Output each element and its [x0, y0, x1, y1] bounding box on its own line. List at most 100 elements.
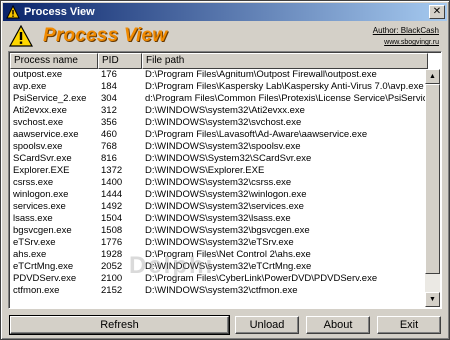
cell-file-path: D:\Program Files\CyberLink\PowerDVD\PDVD… — [145, 273, 378, 284]
scroll-thumb[interactable] — [425, 84, 440, 274]
table-row[interactable]: eTCrtMng.exe 2052 D:\WINDOWS\system32\eTCr… — [10, 261, 428, 273]
table-row[interactable]: Explorer.EXE 1372 D:\WINDOWS\Explorer.EXE — [10, 165, 428, 177]
table-row[interactable]: spoolsv.exe 768 D:\WINDOWS\system32\spools… — [10, 141, 428, 153]
cell-pid: 304 — [101, 93, 117, 104]
about-button[interactable]: About — [306, 316, 370, 334]
cell-process-name: aawservice.exe — [13, 129, 79, 140]
vertical-scrollbar[interactable]: ▲ ▼ — [425, 69, 440, 307]
cell-process-name: outpost.exe — [13, 69, 63, 80]
cell-process-name: ahs.exe — [13, 249, 47, 260]
cell-process-name: Explorer.EXE — [13, 165, 70, 176]
author-link[interactable]: Author: BlackCash — [373, 26, 439, 35]
table-header: Process name PID File path — [10, 53, 428, 69]
cell-process-name: Ati2evxx.exe — [13, 105, 67, 116]
app-window: Process View ✕ Process View Author: Blac… — [0, 0, 450, 340]
cell-process-name: bgsvcgen.exe — [13, 225, 72, 236]
cell-file-path: D:\WINDOWS\Explorer.EXE — [145, 165, 265, 176]
app-heading: Process View — [43, 25, 168, 46]
cell-file-path: D:\WINDOWS\system32\svchost.exe — [145, 117, 302, 128]
cell-file-path: D:\Program Files\Lavasoft\Ad-Aware\aawse… — [145, 129, 368, 140]
cell-pid: 1400 — [101, 177, 123, 188]
cell-process-name: SCardSvr.exe — [13, 153, 72, 164]
cell-pid: 460 — [101, 129, 117, 140]
site-link[interactable]: www.sbogvingr.ru — [384, 39, 439, 46]
column-header-process-name[interactable]: Process name — [10, 53, 98, 69]
refresh-button[interactable]: Refresh — [9, 315, 230, 335]
cell-pid: 312 — [101, 105, 117, 116]
cell-process-name: csrss.exe — [13, 177, 54, 188]
cell-pid: 176 — [101, 69, 117, 80]
unload-button[interactable]: Unload — [235, 316, 299, 334]
cell-pid: 816 — [101, 153, 117, 164]
header: Process View Author: BlackCash www.sbogv… — [5, 23, 445, 49]
cell-process-name: PsiService_2.exe — [13, 93, 87, 104]
warning-icon — [9, 25, 33, 47]
cell-file-path: D:\WINDOWS\system32\eTCrtMng.exe — [145, 261, 312, 272]
cell-pid: 356 — [101, 117, 117, 128]
cell-process-name: ctfmon.exe — [13, 285, 60, 296]
table-row[interactable]: ahs.exe 1928 D:\Program Files\Net Control … — [10, 249, 428, 261]
table-row[interactable]: avp.exe 184 D:\Program Files\Kaspersky Lab… — [10, 81, 428, 93]
cell-process-name: avp.exe — [13, 81, 47, 92]
cell-file-path: D:\Program Files\Kaspersky Lab\Kaspersky… — [145, 81, 424, 92]
table-row[interactable]: ctfmon.exe 2152 D:\WINDOWS\system32\ctfmon… — [10, 285, 428, 297]
table-row[interactable]: winlogon.exe 1444 D:\WINDOWS\system32\winl… — [10, 189, 428, 201]
table-row[interactable]: PsiService_2.exe 304 d:\Program Files\Comm… — [10, 93, 428, 105]
table-row[interactable]: aawservice.exe 460 D:\Program Files\Lavaso… — [10, 129, 428, 141]
table-row[interactable]: SCardSvr.exe 816 D:\WINDOWS\System32\SCard… — [10, 153, 428, 165]
cell-file-path: D:\WINDOWS\system32\services.exe — [145, 201, 304, 212]
table-row[interactable]: eTSrv.exe 1776 D:\WINDOWS\system32\eTSrv.e… — [10, 237, 428, 249]
cell-file-path: D:\Program Files\Agnitum\Outpost Firewal… — [145, 69, 377, 80]
cell-pid: 1492 — [101, 201, 123, 212]
cell-pid: 2052 — [101, 261, 123, 272]
cell-file-path: D:\WINDOWS\system32\csrss.exe — [145, 177, 292, 188]
cell-file-path: D:\WINDOWS\system32\Ati2evxx.exe — [145, 105, 305, 116]
app-icon — [6, 5, 20, 19]
cell-process-name: spoolsv.exe — [13, 141, 63, 152]
table-row[interactable]: Ati2evxx.exe 312 D:\WINDOWS\system32\Ati2e… — [10, 105, 428, 117]
cell-process-name: winlogon.exe — [13, 189, 69, 200]
cell-file-path: D:\Program Files\Net Control 2\ahs.exe — [145, 249, 311, 260]
table-row[interactable]: bgsvcgen.exe 1508 D:\WINDOWS\system32\bgsv… — [10, 225, 428, 237]
cell-pid: 1444 — [101, 189, 123, 200]
cell-file-path: D:\WINDOWS\System32\SCardSvr.exe — [145, 153, 312, 164]
cell-process-name: eTSrv.exe — [13, 237, 56, 248]
table-row[interactable]: svchost.exe 356 D:\WINDOWS\system32\svchos… — [10, 117, 428, 129]
table-row[interactable]: services.exe 1492 D:\WINDOWS\system32\serv… — [10, 201, 428, 213]
cell-process-name: lsass.exe — [13, 213, 53, 224]
exit-button[interactable]: Exit — [377, 316, 441, 334]
column-header-pid[interactable]: PID — [98, 53, 142, 69]
cell-file-path: D:\WINDOWS\system32\winlogon.exe — [145, 189, 307, 200]
scroll-down-icon[interactable]: ▼ — [425, 292, 440, 307]
cell-pid: 1504 — [101, 213, 123, 224]
cell-file-path: D:\WINDOWS\system32\bgsvcgen.exe — [145, 225, 310, 236]
cell-process-name: svchost.exe — [13, 117, 64, 128]
cell-pid: 2152 — [101, 285, 123, 296]
column-header-file-path[interactable]: File path — [142, 53, 428, 69]
cell-file-path: D:\WINDOWS\system32\eTSrv.exe — [145, 237, 294, 248]
cell-pid: 1776 — [101, 237, 123, 248]
cell-pid: 1372 — [101, 165, 123, 176]
cell-pid: 1508 — [101, 225, 123, 236]
table-row[interactable]: PDVDServ.exe 2100 D:\Program Files\CyberLi… — [10, 273, 428, 285]
cell-process-name: PDVDServ.exe — [13, 273, 77, 284]
cell-file-path: d:\Program Files\Common Files\Protexis\L… — [145, 93, 428, 104]
window-title: Process View — [24, 6, 95, 18]
cell-pid: 184 — [101, 81, 117, 92]
table-body: outpost.exe 176 D:\Program Files\Agnitum\O… — [10, 69, 428, 297]
cell-pid: 768 — [101, 141, 117, 152]
cell-pid: 2100 — [101, 273, 123, 284]
scroll-up-icon[interactable]: ▲ — [425, 69, 440, 84]
cell-file-path: D:\WINDOWS\system32\spoolsv.exe — [145, 141, 301, 152]
cell-file-path: D:\WINDOWS\system32\ctfmon.exe — [145, 285, 298, 296]
table-row[interactable]: csrss.exe 1400 D:\WINDOWS\system32\csrss.e… — [10, 177, 428, 189]
cell-pid: 1928 — [101, 249, 123, 260]
cell-file-path: D:\WINDOWS\system32\lsass.exe — [145, 213, 291, 224]
table-row[interactable]: lsass.exe 1504 D:\WINDOWS\system32\lsass.e… — [10, 213, 428, 225]
cell-process-name: services.exe — [13, 201, 66, 212]
title-bar[interactable]: Process View ✕ — [3, 3, 447, 21]
table-row[interactable]: outpost.exe 176 D:\Program Files\Agnitum\O… — [10, 69, 428, 81]
cell-process-name: eTCrtMng.exe — [13, 261, 74, 272]
close-icon[interactable]: ✕ — [429, 5, 445, 19]
process-list[interactable]: Process name PID File path outpost.exe 17… — [8, 51, 442, 309]
